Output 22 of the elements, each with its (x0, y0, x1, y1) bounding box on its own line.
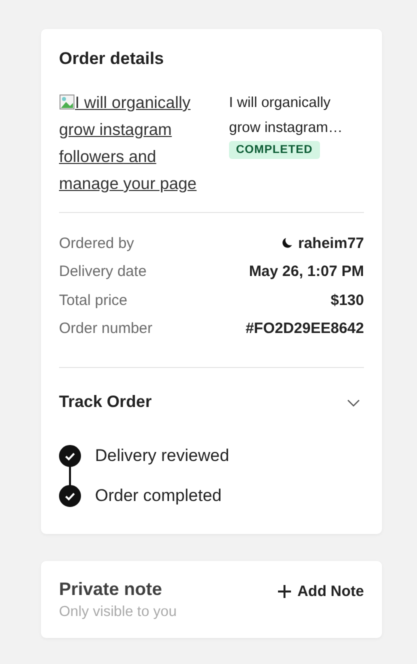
field-label: Delivery date (59, 263, 147, 280)
field-label: Total price (59, 292, 128, 309)
field-label: Ordered by (59, 234, 134, 252)
plus-icon (278, 585, 292, 598)
field-value: May 26, 1:07 PM (248, 263, 364, 280)
card-title: Order details (59, 49, 165, 69)
step-label: Delivery reviewed (95, 446, 230, 466)
add-note-button[interactable]: Add Note (278, 583, 364, 600)
note-title: Private note (59, 579, 164, 600)
moon-icon (281, 237, 294, 250)
broken-image-icon (59, 94, 75, 110)
image-alt-link[interactable]: I will organically grow instagram followers and manage your page (59, 90, 215, 198)
username: raheim77 (298, 234, 364, 252)
field-value: $130 (330, 292, 364, 309)
status-badge: COMPLETED (229, 141, 320, 159)
gig-title: I will organically grow instagram… (229, 94, 344, 138)
step-label: Order completed (95, 486, 222, 506)
field-label: Order number (59, 320, 152, 338)
chevron-icon[interactable] (347, 398, 360, 406)
field-value: #FO2D29EE8642 (246, 320, 364, 338)
section-title: Track Order (59, 393, 152, 412)
note-subtitle: Only visible to you (59, 604, 177, 620)
